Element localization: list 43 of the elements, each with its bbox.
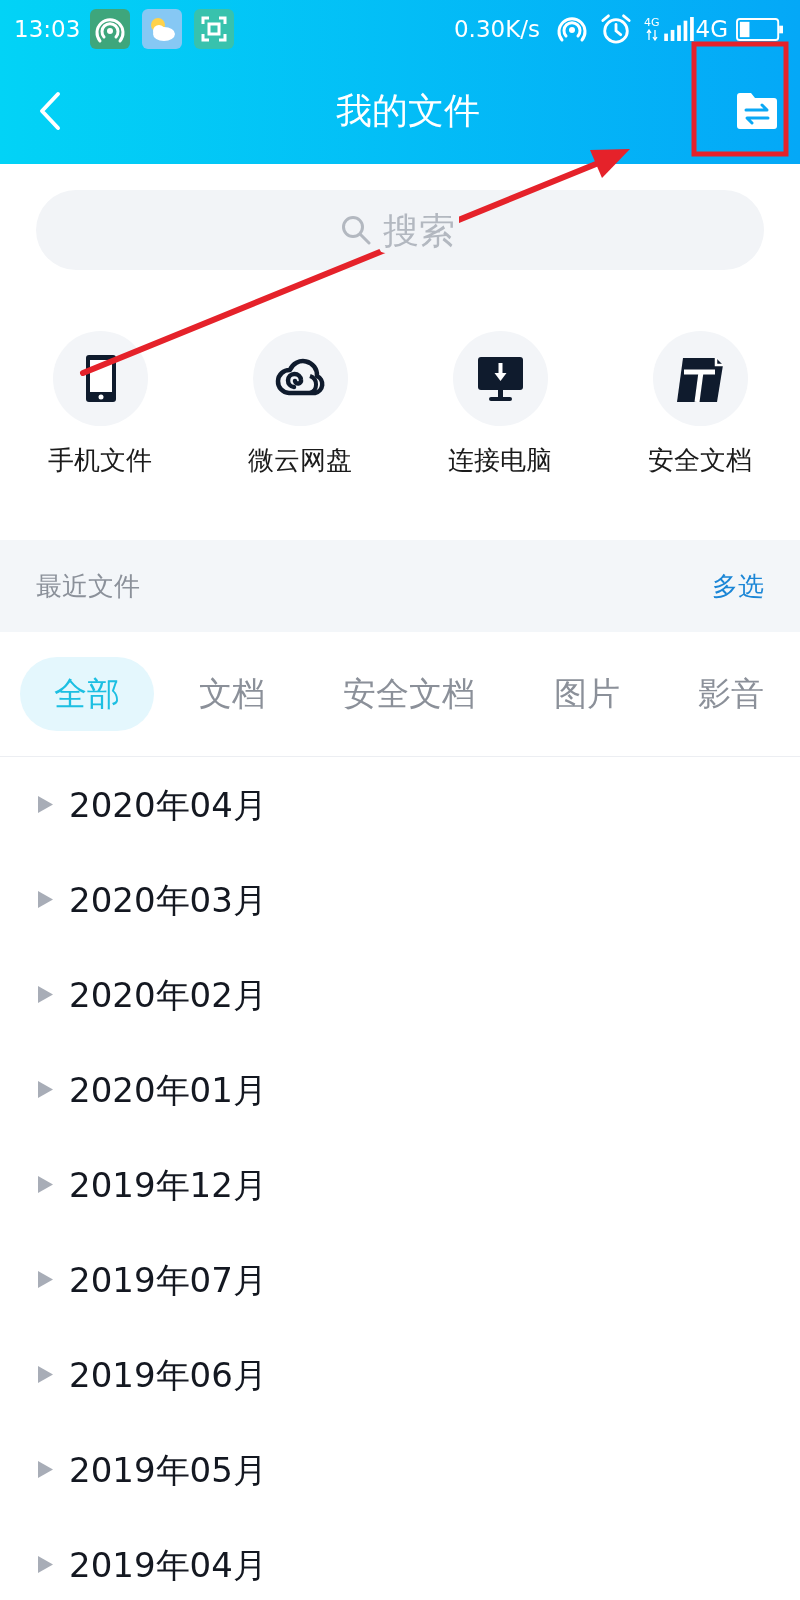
- section-title: 最近文件: [36, 570, 140, 602]
- alarm-icon: [600, 13, 632, 45]
- month-group-label[interactable]: 2020年01月: [69, 1068, 267, 1111]
- expand-triangle-icon[interactable]: [38, 986, 53, 1003]
- month-group-label[interactable]: 2019年06月: [69, 1353, 267, 1396]
- monitor-download-icon: [452, 331, 548, 426]
- expand-triangle-icon[interactable]: [38, 1461, 53, 1478]
- month-group-label[interactable]: 2019年04月: [69, 1543, 267, 1586]
- scan-icon: [194, 9, 235, 49]
- month-group-label[interactable]: 2019年07月: [69, 1258, 267, 1301]
- expand-triangle-icon[interactable]: [38, 1081, 53, 1098]
- network-type-label: 4G: [644, 17, 660, 29]
- expand-triangle-icon[interactable]: [38, 1366, 53, 1383]
- weather-icon: [142, 9, 183, 49]
- battery-icon: [736, 17, 784, 41]
- computer-shortcut-button[interactable]: 连接电脑: [400, 331, 600, 476]
- search-icon: [341, 215, 371, 245]
- signal-icon: [663, 17, 694, 41]
- cloud-icon: [252, 331, 348, 426]
- expand-triangle-icon[interactable]: [38, 796, 53, 813]
- network-type-label: 4G: [695, 15, 728, 43]
- month-group-label[interactable]: 2019年05月: [69, 1448, 267, 1491]
- back-icon[interactable]: [38, 91, 62, 131]
- secure-document-icon: [652, 331, 748, 426]
- secure-doc-shortcut-button[interactable]: 安全文档: [600, 331, 800, 476]
- data-arrows-icon: [645, 29, 658, 41]
- month-group-label[interactable]: 2020年02月: [69, 973, 267, 1016]
- cloud-shortcut-button[interactable]: 微云网盘: [200, 331, 400, 476]
- network-speed: 0.30K/s: [453, 15, 540, 43]
- multi-select-link[interactable]: 多选: [712, 570, 764, 602]
- expand-triangle-icon[interactable]: [38, 891, 53, 908]
- month-group-label[interactable]: 2019年12月: [69, 1163, 267, 1206]
- folder-transfer-icon[interactable]: [737, 93, 777, 129]
- hotspot-icon: [90, 9, 131, 49]
- page-title: 我的文件: [335, 89, 480, 133]
- month-group-label[interactable]: 2020年03月: [69, 878, 267, 921]
- month-group-label[interactable]: 2020年04月: [69, 783, 267, 826]
- expand-triangle-icon[interactable]: [38, 1556, 53, 1573]
- expand-triangle-icon[interactable]: [38, 1271, 53, 1288]
- phone-shortcut-button[interactable]: 手机文件: [0, 331, 200, 476]
- phone-icon: [52, 331, 148, 426]
- status-time: 13:03: [14, 15, 81, 43]
- expand-triangle-icon[interactable]: [38, 1176, 53, 1193]
